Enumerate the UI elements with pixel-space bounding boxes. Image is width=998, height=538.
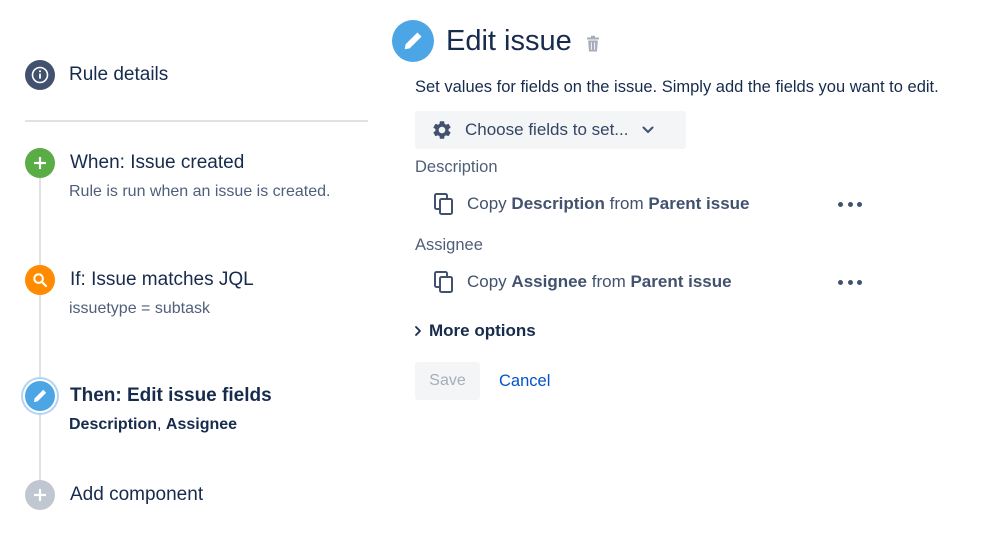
save-button[interactable]: Save — [415, 362, 480, 400]
plus-icon — [25, 480, 55, 510]
copy-icon — [433, 192, 455, 216]
sidebar-divider — [25, 120, 368, 122]
page-title: Edit issue — [446, 24, 572, 57]
timeline-connector — [39, 165, 41, 495]
choose-fields-dropdown[interactable]: Choose fields to set... — [415, 111, 686, 149]
description-more-actions-button[interactable] — [838, 199, 862, 209]
chevron-right-icon — [414, 325, 422, 337]
more-options-label: More options — [429, 321, 536, 340]
panel-description: Set values for fields on the issue. Simp… — [415, 78, 939, 96]
condition-step-description: issuetype = subtask — [69, 300, 210, 317]
trash-icon[interactable] — [586, 35, 600, 53]
gear-icon — [431, 119, 453, 141]
trigger-step-description: Rule is run when an issue is created. — [69, 183, 331, 200]
pencil-icon — [25, 381, 55, 411]
search-icon — [25, 265, 55, 295]
action-step-fields: Description, Assignee — [69, 416, 238, 433]
info-icon — [25, 60, 55, 90]
description-field-label: Description — [415, 158, 498, 176]
chevron-down-icon — [642, 126, 654, 134]
rule-details-item[interactable]: Rule details — [25, 60, 168, 90]
choose-fields-label: Choose fields to set... — [465, 120, 629, 139]
cancel-link[interactable]: Cancel — [499, 372, 550, 391]
assignee-copy-text: Copy Assignee from Parent issue — [467, 272, 732, 291]
condition-step-title: If: Issue matches JQL — [70, 269, 254, 290]
assignee-field-label: Assignee — [415, 236, 483, 254]
assignee-copy-value[interactable]: Copy Assignee from Parent issue — [433, 269, 732, 295]
rule-details-label: Rule details — [69, 64, 169, 85]
panel-header: Edit issue — [392, 20, 600, 62]
action-step-title: Then: Edit issue fields — [70, 385, 272, 406]
pencil-icon — [392, 20, 434, 62]
assignee-more-actions-button[interactable] — [838, 277, 862, 287]
description-copy-value[interactable]: Copy Description from Parent issue — [433, 191, 750, 217]
add-component-label: Add component — [70, 484, 204, 505]
plus-icon — [25, 148, 55, 178]
more-options-toggle[interactable]: More options — [414, 321, 536, 341]
copy-icon — [433, 270, 455, 294]
description-copy-text: Copy Description from Parent issue — [467, 194, 750, 213]
trigger-step-title: When: Issue created — [70, 152, 245, 173]
